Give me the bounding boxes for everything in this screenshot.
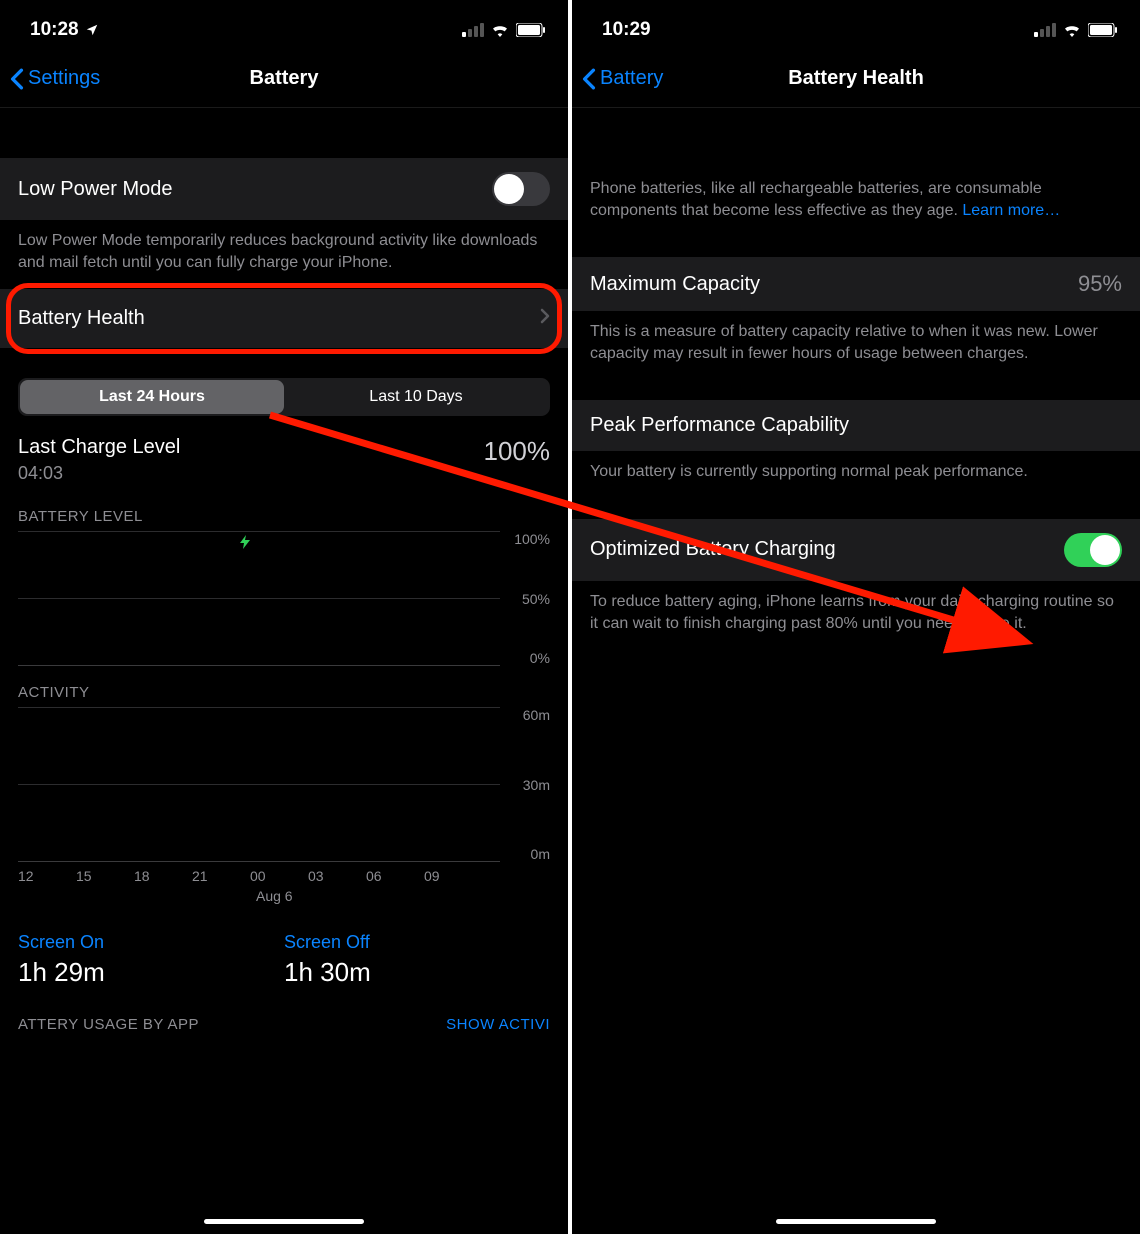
low-power-mode-toggle[interactable] [492, 172, 550, 206]
y-label: 0m [508, 846, 550, 862]
last-charge-value: 100% [484, 436, 551, 467]
home-indicator[interactable] [204, 1219, 364, 1224]
last-charge-label: Last Charge Level [18, 436, 180, 459]
back-label: Settings [28, 67, 100, 90]
y-label: 30m [508, 777, 550, 793]
status-bar: 10:28 [0, 0, 568, 50]
battery-level-title: BATTERY LEVEL [18, 508, 550, 525]
bottom-peek: ATTERY USAGE BY APP SHOW ACTIVI [0, 1006, 568, 1033]
battery-icon [516, 23, 546, 37]
back-button[interactable]: Settings [10, 67, 100, 90]
learn-more-link[interactable]: Learn more… [962, 202, 1060, 219]
screenshot-battery-settings: 10:28 Settings Battery Low Power Mode [0, 0, 568, 1234]
low-power-mode-desc: Low Power Mode temporarily reduces backg… [0, 220, 568, 289]
peek-right[interactable]: SHOW ACTIVI [446, 1016, 550, 1033]
last-charge-time: 04:03 [18, 463, 180, 484]
segment-24h[interactable]: Last 24 Hours [20, 380, 284, 414]
battery-health-row[interactable]: Battery Health [0, 289, 568, 348]
nav-bar: Battery Battery Health [572, 50, 1140, 108]
y-label: 0% [508, 650, 550, 666]
cellular-icon [1034, 23, 1056, 37]
battery-level-chart: 100% 50% 0% [18, 531, 550, 666]
optimized-charging-toggle[interactable] [1064, 533, 1122, 567]
battery-icon [1088, 23, 1118, 37]
location-icon [85, 23, 99, 37]
home-indicator[interactable] [776, 1219, 936, 1224]
y-label: 50% [508, 591, 550, 607]
max-capacity-desc: This is a measure of battery capacity re… [572, 311, 1140, 380]
wifi-icon [490, 23, 510, 37]
intro-desc: Phone batteries, like all rechargeable b… [572, 178, 1140, 237]
y-label: 60m [508, 707, 550, 723]
low-power-mode-label: Low Power Mode [18, 178, 173, 201]
peek-left: ATTERY USAGE BY APP [18, 1016, 199, 1033]
usage-summary: Screen On 1h 29m Screen Off 1h 30m [0, 904, 568, 1006]
x-axis-sub: Aug 6 [18, 888, 550, 904]
screenshot-battery-health: 10:29 Battery Battery Health Phone batte… [572, 0, 1140, 1234]
chevron-right-icon [540, 307, 550, 330]
screen-off-value: 1h 30m [284, 957, 550, 988]
status-bar: 10:29 [572, 0, 1140, 50]
max-capacity-label: Maximum Capacity [590, 273, 760, 296]
screen-on-value: 1h 29m [18, 957, 284, 988]
optimized-charging-row[interactable]: Optimized Battery Charging [572, 519, 1140, 581]
wifi-icon [1062, 23, 1082, 37]
peak-performance-row: Peak Performance Capability [572, 400, 1140, 451]
activity-title: ACTIVITY [18, 684, 550, 701]
peak-performance-desc: Your battery is currently supporting nor… [572, 451, 1140, 499]
last-charge-row: Last Charge Level 04:03 100% [0, 426, 568, 500]
time-range-segmented[interactable]: Last 24 Hours Last 10 Days [18, 378, 550, 416]
screen-on-label: Screen On [18, 932, 284, 953]
peak-performance-label: Peak Performance Capability [590, 414, 849, 437]
screen-off-label: Screen Off [284, 932, 550, 953]
x-axis: 1215182100030609 [18, 862, 550, 886]
optimized-charging-desc: To reduce battery aging, iPhone learns f… [572, 581, 1140, 650]
max-capacity-value: 95% [1078, 271, 1122, 297]
battery-health-label: Battery Health [18, 307, 145, 330]
back-button[interactable]: Battery [582, 67, 663, 90]
optimized-charging-label: Optimized Battery Charging [590, 538, 836, 561]
status-time: 10:28 [30, 19, 79, 41]
activity-chart: 60m 30m 0m [18, 707, 550, 862]
max-capacity-row: Maximum Capacity 95% [572, 257, 1140, 311]
nav-bar: Settings Battery [0, 50, 568, 108]
y-label: 100% [508, 531, 550, 547]
back-label: Battery [600, 67, 663, 90]
low-power-mode-row[interactable]: Low Power Mode [0, 158, 568, 220]
cellular-icon [462, 23, 484, 37]
status-time: 10:29 [602, 19, 651, 41]
segment-10d[interactable]: Last 10 Days [284, 380, 548, 414]
